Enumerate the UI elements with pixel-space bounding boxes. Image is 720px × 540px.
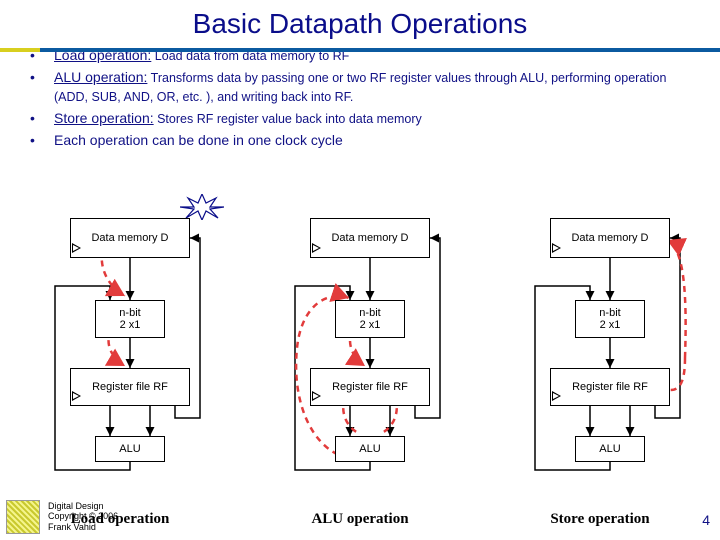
block-register-file: Register file RF — [550, 368, 670, 406]
clock-triangle-icon — [72, 243, 81, 253]
block-alu: ALU — [95, 436, 165, 462]
datapath-load: Data memory D n-bit2 x1 Register file RF… — [25, 218, 215, 478]
title-underline — [0, 48, 720, 52]
starburst-icon — [180, 194, 224, 220]
page-title: Basic Datapath Operations — [0, 0, 720, 46]
footer-copyright: Digital Design Copyright © 2006 Frank Va… — [48, 501, 118, 532]
block-register-file: Register file RF — [70, 368, 190, 406]
bullet-cycle: • Each operation can be done in one cloc… — [30, 131, 700, 149]
clock-triangle-icon — [552, 391, 561, 401]
page-number: 4 — [702, 512, 710, 528]
clock-triangle-icon — [312, 391, 321, 401]
clock-triangle-icon — [312, 243, 321, 253]
caption-alu: ALU operation — [265, 511, 455, 528]
block-register-file: Register file RF — [310, 368, 430, 406]
clock-triangle-icon — [72, 391, 81, 401]
bullet-store: • Store operation: Stores RF register va… — [30, 109, 700, 127]
datapath-store: Data memory D n-bit2 x1 Register file RF… — [505, 218, 695, 478]
block-mux: n-bit2 x1 — [335, 300, 405, 338]
datapath-alu: Data memory D n-bit2 x1 Register file RF… — [265, 218, 455, 478]
block-mux: n-bit2 x1 — [575, 300, 645, 338]
block-alu: ALU — [335, 436, 405, 462]
bullet-alu: • ALU operation: Transforms data by pass… — [30, 68, 700, 105]
block-data-memory: Data memory D — [70, 218, 190, 258]
bullet-list: • Load operation: Load data from data me… — [0, 46, 720, 149]
clock-triangle-icon — [552, 243, 561, 253]
block-data-memory: Data memory D — [550, 218, 670, 258]
caption-store: Store operation — [505, 511, 695, 528]
block-alu: ALU — [575, 436, 645, 462]
block-data-memory: Data memory D — [310, 218, 430, 258]
logo-icon — [6, 500, 40, 534]
block-mux: n-bit2 x1 — [95, 300, 165, 338]
datapath-diagrams: Data memory D n-bit2 x1 Register file RF… — [0, 218, 720, 478]
